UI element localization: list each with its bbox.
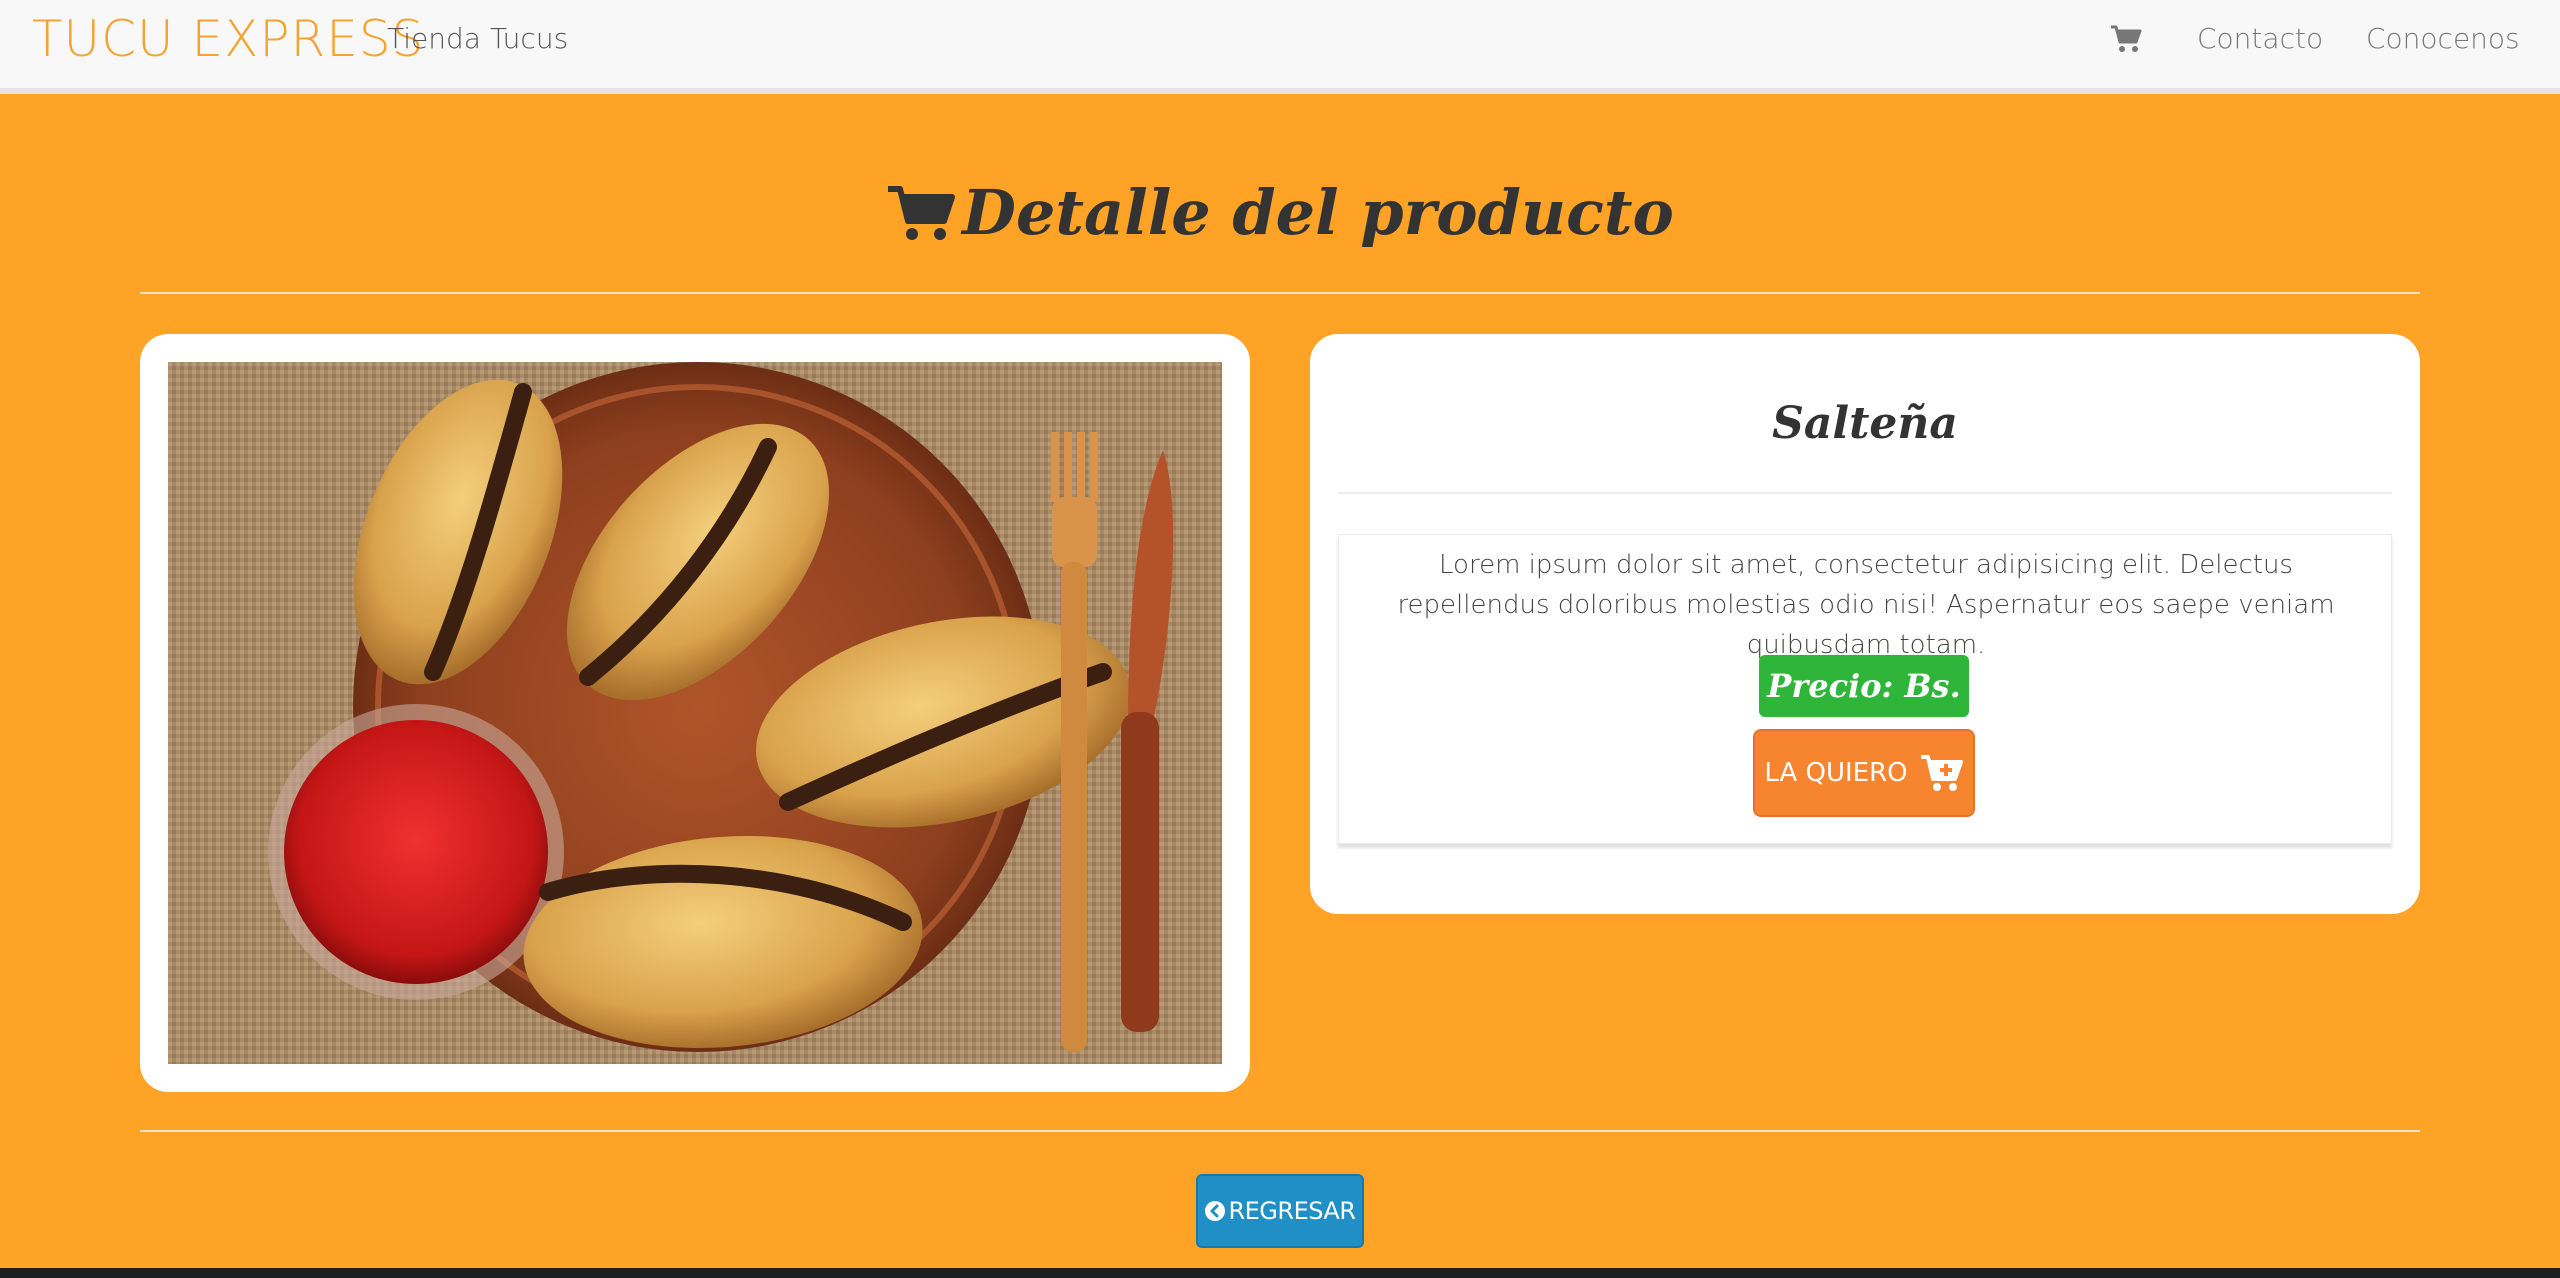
price-badge: Precio: Bs. 5 <box>1759 655 1969 767</box>
shopping-cart-icon <box>888 185 956 240</box>
product-description: Lorem ipsum dolor sit amet, consectetur … <box>1397 550 2335 660</box>
add-to-cart-button[interactable]: LA QUIERO <box>1753 729 1975 817</box>
product-name: Salteña <box>1772 398 1958 449</box>
product-detail-card: Salteña Lorem ipsum dolor sit amet, cons… <box>1310 334 2420 914</box>
cart-plus-icon <box>1920 755 1963 791</box>
nav-link-conocenos[interactable]: Conocenos <box>2366 22 2520 55</box>
divider-top <box>140 292 2420 294</box>
product-photo <box>168 362 1222 1064</box>
page-title: Detalle del producto <box>0 176 2560 258</box>
nav-link-contacto[interactable]: Contacto <box>2197 22 2323 55</box>
divider-bottom <box>140 1130 2420 1132</box>
product-image-card <box>140 334 1250 1092</box>
nav-link-tienda-tucus[interactable]: Tienda Tucus <box>387 22 568 55</box>
detail-divider <box>1338 492 2392 494</box>
page-title-text: Detalle del producto <box>962 176 1674 249</box>
chevron-circle-left-icon <box>1205 1201 1226 1221</box>
footer-bar <box>0 1268 2560 1278</box>
brand-logo[interactable]: TUCU EXPRESS <box>32 10 424 68</box>
back-button[interactable]: REGRESAR <box>1196 1174 1364 1248</box>
top-navbar: TUCU EXPRESS Tienda Tucus Contacto Conoc… <box>0 0 2560 94</box>
cart-link[interactable] <box>2110 24 2142 54</box>
back-button-label: REGRESAR <box>1228 1197 1356 1225</box>
shopping-cart-icon <box>2111 25 2142 52</box>
product-description-panel: Lorem ipsum dolor sit amet, consectetur … <box>1338 534 2392 844</box>
add-to-cart-label: LA QUIERO <box>1764 758 1908 788</box>
